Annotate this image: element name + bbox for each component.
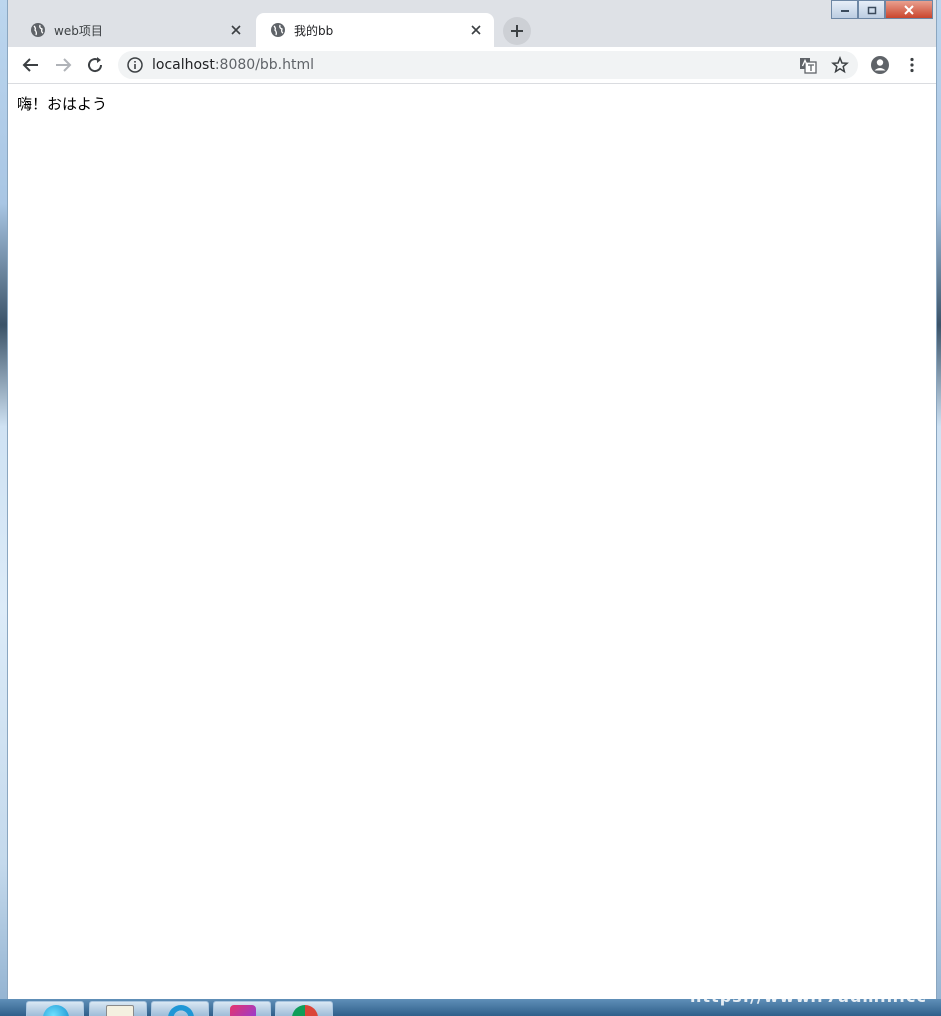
address-bar[interactable]: localhost:8080/bb.html — [118, 51, 858, 79]
taskbar-item[interactable] — [151, 1001, 209, 1016]
window-close-button[interactable] — [885, 0, 933, 19]
window-caption-buttons — [831, 0, 933, 19]
close-icon[interactable] — [228, 22, 244, 38]
restore-icon — [867, 6, 876, 14]
arrow-left-icon — [22, 58, 38, 72]
info-icon[interactable] — [126, 56, 144, 74]
tab-web-project[interactable]: web项目 — [16, 13, 254, 47]
back-button[interactable] — [19, 53, 43, 77]
translate-button[interactable] — [796, 53, 820, 77]
reload-button[interactable] — [83, 53, 107, 77]
minimize-button[interactable] — [831, 0, 858, 19]
browser-window: web项目 我的bb localhost:8080/bb.html 嗨！おはよう — [7, 0, 937, 999]
menu-button[interactable] — [900, 53, 924, 77]
tab-my-bb[interactable]: 我的bb — [256, 13, 494, 47]
new-tab-button[interactable] — [503, 17, 531, 45]
star-icon — [831, 56, 849, 74]
taskbar-item[interactable] — [213, 1001, 271, 1016]
taskbar-item[interactable] — [89, 1001, 147, 1016]
url-path: :8080/bb.html — [214, 57, 315, 73]
profile-button[interactable] — [868, 53, 892, 77]
plus-icon — [511, 25, 523, 37]
restore-button[interactable] — [858, 0, 885, 19]
globe-icon — [271, 23, 285, 37]
close-icon[interactable] — [468, 22, 484, 38]
ide-icon — [230, 1005, 256, 1016]
close-icon — [904, 4, 914, 15]
browser-toolbar: localhost:8080/bb.html — [8, 47, 936, 84]
more-vert-icon — [910, 57, 914, 73]
url-host: localhost — [152, 57, 215, 73]
chrome-icon — [292, 1005, 318, 1016]
url-text: localhost:8080/bb.html — [152, 57, 314, 73]
reload-icon — [88, 57, 103, 73]
bookmark-button[interactable] — [828, 53, 852, 77]
tab-strip: web项目 我的bb — [8, 0, 936, 47]
globe-icon — [31, 23, 45, 37]
page-body-text: 嗨！おはよう — [17, 95, 108, 113]
arrow-right-icon — [56, 58, 72, 72]
page-content: 嗨！おはよう — [8, 84, 936, 999]
notepad-icon — [106, 1005, 134, 1016]
account-icon — [871, 56, 889, 74]
tab-title: 我的bb — [294, 23, 334, 38]
watermark: https://www.r7admin.cc — [690, 987, 928, 1006]
minimize-icon — [840, 9, 849, 12]
app-icon — [43, 1005, 69, 1016]
translate-icon — [800, 58, 817, 74]
taskbar-item[interactable] — [275, 1001, 333, 1016]
ie-icon — [168, 1005, 194, 1016]
tab-title: web项目 — [54, 23, 103, 38]
forward-button[interactable] — [51, 53, 75, 77]
taskbar-item[interactable] — [26, 1001, 84, 1016]
